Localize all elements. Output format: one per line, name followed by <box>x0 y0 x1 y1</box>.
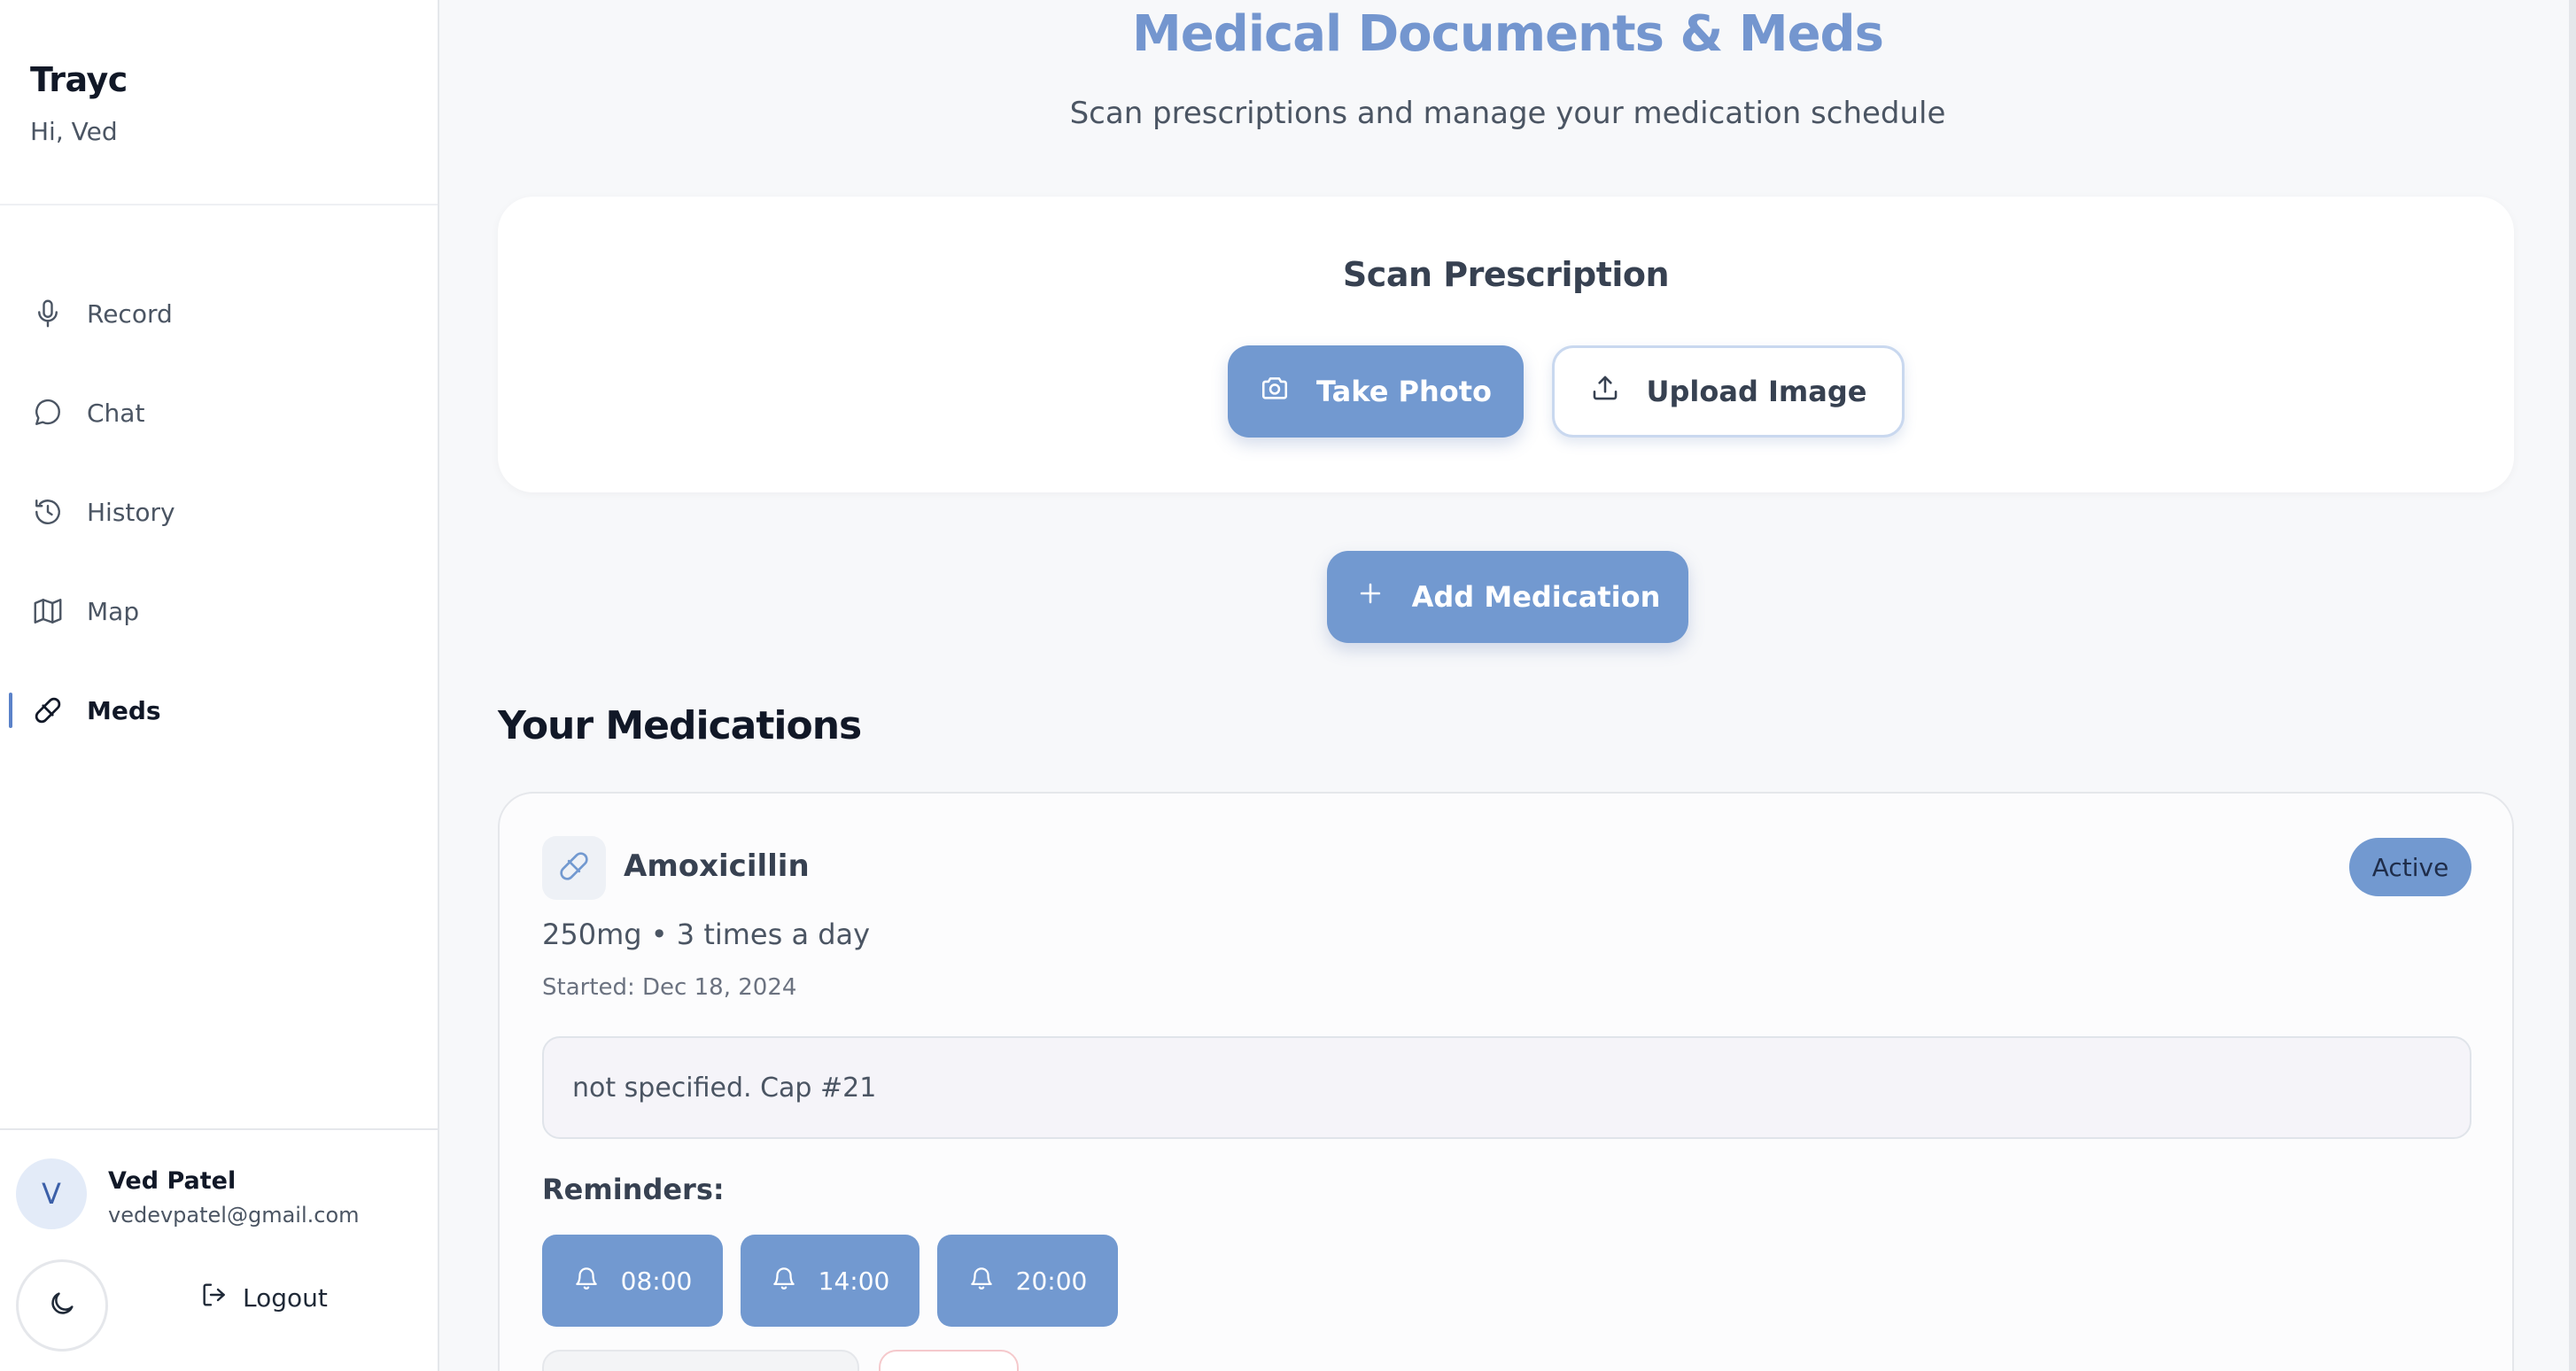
upload-icon <box>1590 373 1647 410</box>
medication-name: Amoxicillin <box>624 848 810 884</box>
logout-button[interactable]: Logout <box>200 1281 328 1315</box>
sidebar-item-label: Chat <box>87 398 145 428</box>
map-icon <box>30 593 66 629</box>
secondary-action-button[interactable] <box>542 1350 859 1371</box>
medication-dose: 250mg • 3 times a day <box>542 918 871 951</box>
reminder-chip[interactable]: 20:00 <box>937 1235 1118 1327</box>
logout-label: Logout <box>243 1283 328 1313</box>
theme-toggle-button[interactable] <box>16 1259 108 1352</box>
page-subtitle: Scan prescriptions and manage your medic… <box>1069 96 1946 131</box>
scan-title: Scan Prescription <box>1342 255 1670 294</box>
logout-icon <box>200 1281 243 1315</box>
reminder-chip[interactable]: 14:00 <box>741 1235 919 1327</box>
bell-icon <box>771 1265 819 1297</box>
reminder-time: 14:00 <box>818 1266 890 1296</box>
take-photo-button[interactable]: Take Photo <box>1228 345 1524 438</box>
sidebar-item-label: Meds <box>87 695 161 725</box>
medication-notes: not specified. Cap #21 <box>542 1036 2471 1139</box>
main-content: Medical Documents & Meds Scan prescripti… <box>439 0 2576 1371</box>
medication-card: Amoxicillin Active 250mg • 3 times a day… <box>498 792 2514 1371</box>
user-email: vedevpatel@gmail.com <box>108 1203 360 1228</box>
sidebar-nav: Record Chat History Map Meds <box>0 205 438 760</box>
moon-icon <box>47 1289 77 1322</box>
add-medication-button[interactable]: Add Medication <box>1327 551 1688 643</box>
user-name: Ved Patel <box>108 1167 237 1195</box>
add-medication-label: Add Medication <box>1411 580 1661 614</box>
user-section: V Ved Patel vedevpatel@gmail.com Logout <box>0 1128 438 1371</box>
sidebar-item-map[interactable]: Map <box>0 562 438 661</box>
bell-icon <box>573 1265 621 1297</box>
scan-prescription-card: Scan Prescription Take Photo Upload Imag… <box>498 197 2514 492</box>
avatar: V <box>16 1158 87 1229</box>
reminder-time: 08:00 <box>620 1266 693 1296</box>
scrollbar[interactable] <box>2569 0 2576 1371</box>
medication-icon-box <box>542 836 606 900</box>
upload-image-label: Upload Image <box>1646 375 1867 408</box>
camera-icon <box>1260 373 1316 410</box>
sidebar-item-label: Map <box>87 596 140 626</box>
sidebar-item-label: Record <box>87 298 173 329</box>
reminder-time: 20:00 <box>1015 1266 1088 1296</box>
bell-icon <box>968 1265 1016 1297</box>
brand-header: Trayc Hi, Ved <box>0 0 438 205</box>
sidebar: Trayc Hi, Ved Record Chat History Map Me… <box>0 0 439 1371</box>
delete-button[interactable] <box>879 1350 1019 1371</box>
plus-icon <box>1355 578 1412 616</box>
mic-icon <box>30 296 66 331</box>
pill-icon <box>556 848 592 887</box>
status-badge: Active <box>2349 838 2471 896</box>
sidebar-item-chat[interactable]: Chat <box>0 363 438 462</box>
section-title: Your Medications <box>498 703 862 748</box>
app-title: Trayc <box>30 60 128 99</box>
sidebar-item-meds[interactable]: Meds <box>0 661 438 760</box>
chat-bubble-icon <box>30 395 66 430</box>
pill-icon <box>30 693 66 728</box>
take-photo-label: Take Photo <box>1315 375 1493 408</box>
page-title: Medical Documents & Meds <box>1132 5 1884 63</box>
sidebar-item-history[interactable]: History <box>0 462 438 562</box>
history-icon <box>30 494 66 530</box>
reminders-label: Reminders: <box>542 1173 725 1206</box>
reminder-chip[interactable]: 08:00 <box>542 1235 723 1327</box>
greeting: Hi, Ved <box>30 117 118 146</box>
sidebar-item-label: History <box>87 497 175 527</box>
upload-image-button[interactable]: Upload Image <box>1552 345 1905 438</box>
sidebar-item-record[interactable]: Record <box>0 264 438 363</box>
medication-started: Started: Dec 18, 2024 <box>542 974 797 1001</box>
